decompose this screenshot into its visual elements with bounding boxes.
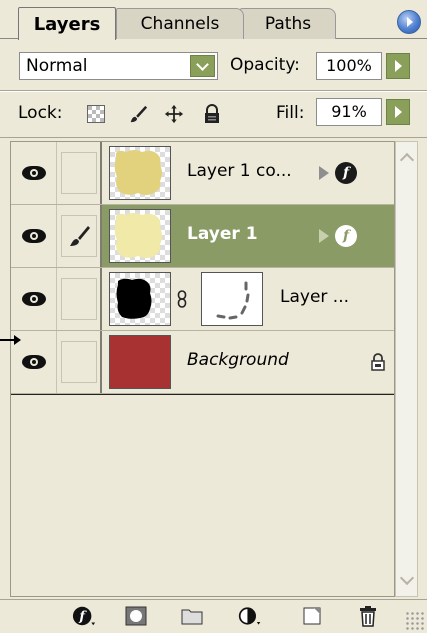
eye-icon <box>21 292 46 306</box>
add-layer-style-icon: f <box>72 606 96 626</box>
layer-name: Layer 1 co... <box>187 161 292 181</box>
fill-arrow-icon <box>394 106 402 118</box>
eye-icon <box>21 166 46 180</box>
paintbrush-icon <box>70 226 90 246</box>
layer-thumbnail <box>109 209 171 263</box>
opacity-label: Opacity: <box>230 55 300 75</box>
chevron-up-icon <box>399 152 414 168</box>
tab-paths[interactable]: Paths <box>240 8 336 39</box>
delete-layer-button[interactable] <box>356 605 380 627</box>
layer-name: Layer 1 <box>187 224 258 244</box>
layer-thumbnail <box>109 335 171 389</box>
fill-input[interactable]: 91% <box>316 98 382 126</box>
layer-mask-thumbnail[interactable] <box>201 272 263 326</box>
separator <box>0 137 427 138</box>
opacity-arrow-icon <box>394 60 402 72</box>
layers-scrollbar[interactable] <box>395 141 418 597</box>
layer-content: Layer 1 co... f <box>102 142 394 204</box>
layer-name: Background <box>187 350 289 370</box>
drag-pointer-arrow-icon <box>0 332 22 348</box>
blend-mode-select[interactable]: Normal <box>19 52 218 80</box>
scroll-down-button[interactable] <box>397 570 416 590</box>
fill-slider-button[interactable] <box>386 99 410 125</box>
opacity-slider-button[interactable] <box>386 53 410 79</box>
effects-fx-icon: f <box>335 225 357 247</box>
add-mask-button[interactable] <box>124 605 148 627</box>
layer-content: Layer 1 f <box>102 205 394 267</box>
link-cell[interactable] <box>61 152 97 194</box>
scroll-up-button[interactable] <box>397 148 416 168</box>
resize-grip[interactable] <box>405 611 425 631</box>
new-layer-icon <box>303 607 321 625</box>
layer-content: Background <box>102 331 394 393</box>
link-cell[interactable] <box>61 215 97 257</box>
panel-menu-arrow-icon <box>407 17 413 27</box>
layer-row-layer-1[interactable]: Layer 1 f <box>11 205 394 268</box>
eye-icon <box>21 229 46 243</box>
blend-mode-value: Normal <box>26 56 88 76</box>
layer-row-layer-mask[interactable]: Layer ... <box>11 268 394 331</box>
mask-link-chain-icon[interactable] <box>177 290 187 308</box>
layer-name: Layer ... <box>280 287 350 307</box>
layer-locked-padlock-icon <box>370 353 386 375</box>
blend-opacity-row: Normal Opacity: 100% <box>0 44 427 88</box>
layer-effects-indicator[interactable]: f <box>319 160 375 186</box>
layer-content: Layer ... <box>102 268 394 330</box>
layers-list: Layer 1 co... f Layer 1 f Layer ... Back… <box>10 141 395 597</box>
list-bottom-rule <box>11 394 394 395</box>
delete-layer-trash-icon <box>360 606 376 627</box>
visibility-toggle[interactable] <box>11 205 57 267</box>
lock-position-move-icon[interactable] <box>164 104 184 124</box>
lock-image-brush-icon[interactable] <box>128 104 148 124</box>
add-layer-style-button[interactable]: f <box>72 605 96 627</box>
effects-fx-icon: f <box>335 162 357 184</box>
fill-label: Fill: <box>276 103 305 123</box>
tab-channels[interactable]: Channels <box>116 8 244 39</box>
new-group-folder-icon <box>181 609 203 625</box>
layer-effects-indicator[interactable]: f <box>319 223 375 249</box>
layer-row-background[interactable]: Background <box>11 331 394 394</box>
layer-thumbnail <box>109 272 171 326</box>
lock-fill-row: Lock: Fill: 91% <box>0 90 427 136</box>
tab-strip: Layers Channels Paths <box>0 0 427 40</box>
new-adjustment-layer-icon <box>238 607 261 625</box>
blend-mode-dropdown-icon[interactable] <box>190 55 215 77</box>
new-layer-button[interactable] <box>300 605 324 627</box>
panel-menu-button[interactable] <box>397 10 421 34</box>
chevron-down-icon <box>399 570 414 586</box>
lock-label: Lock: <box>18 103 63 123</box>
tab-layers[interactable]: Layers <box>18 7 116 40</box>
eye-icon <box>21 355 46 369</box>
layer-row-layer-1-copy[interactable]: Layer 1 co... f <box>11 142 394 205</box>
expand-effects-icon <box>319 229 329 243</box>
new-adjustment-layer-button[interactable] <box>238 605 262 627</box>
expand-effects-icon <box>319 166 329 180</box>
layers-bottom-toolbar: f <box>0 599 427 633</box>
visibility-toggle[interactable] <box>11 142 57 204</box>
visibility-toggle[interactable] <box>11 268 57 330</box>
layers-panel: Layers Channels Paths Normal Opacity: 10… <box>0 0 427 633</box>
link-cell[interactable] <box>61 341 97 383</box>
opacity-input[interactable]: 100% <box>316 52 382 80</box>
layer-thumbnail <box>109 146 171 200</box>
new-group-button[interactable] <box>180 605 204 627</box>
link-cell[interactable] <box>61 278 97 320</box>
add-mask-icon <box>125 606 147 626</box>
lock-all-padlock-icon[interactable] <box>202 104 222 124</box>
lock-transparent-icon[interactable] <box>86 104 106 124</box>
